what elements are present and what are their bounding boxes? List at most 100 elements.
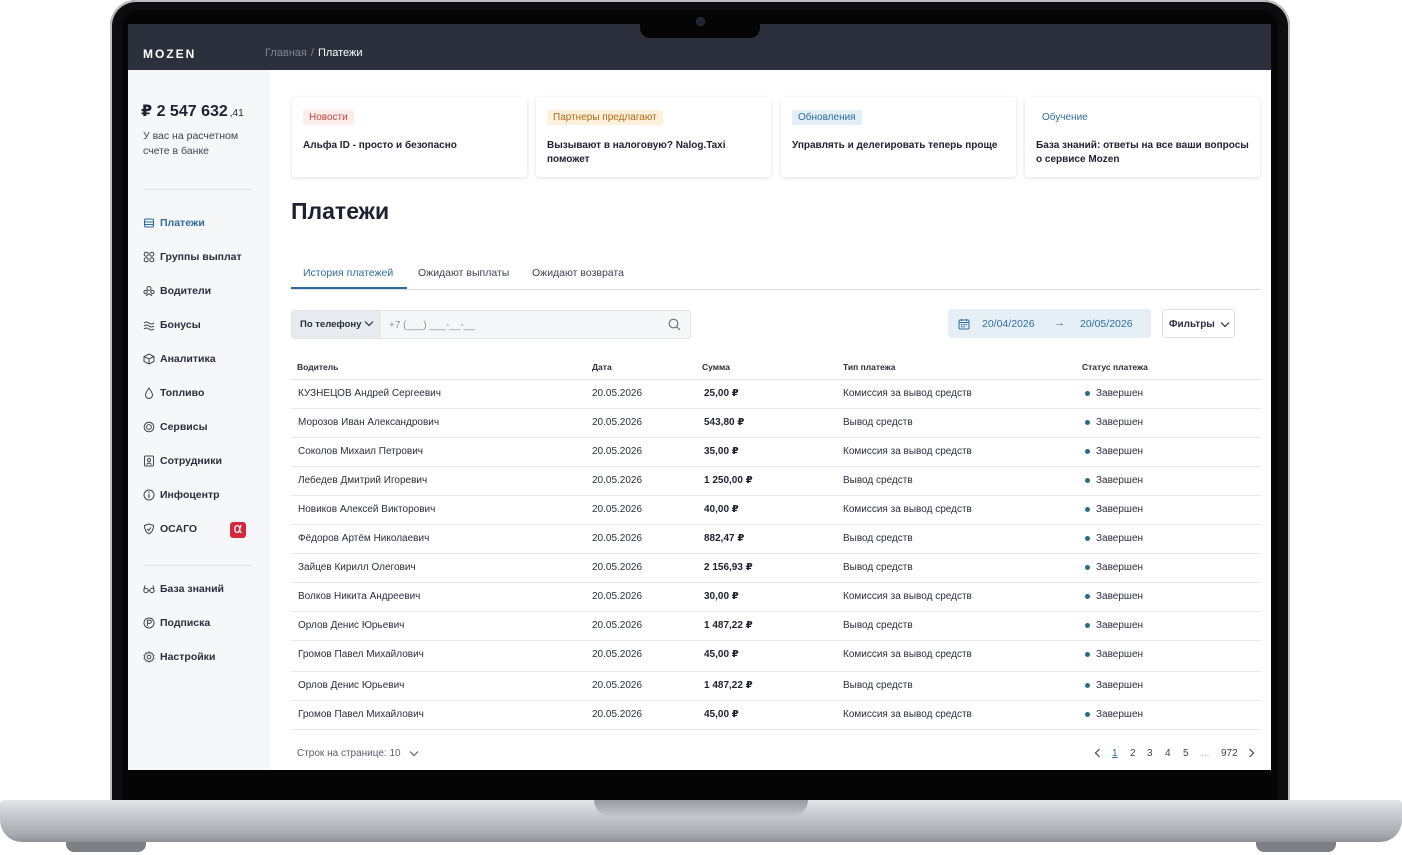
sidebar-item-infocenter[interactable]: Инфоцентр: [143, 487, 220, 503]
table-row[interactable]: КУЗНЕЦОВ Андрей Сергеевич 20.05.2026 25,00…: [291, 379, 1261, 409]
table-row[interactable]: Морозов Иван Александрович 20.05.2026 543,…: [291, 408, 1261, 438]
table-row[interactable]: Громов Павел Михайлович 20.05.2026 45,00 ₽…: [291, 700, 1261, 730]
cell-status: Завершен: [1085, 591, 1143, 602]
cell-amount: 30,00 ₽: [704, 591, 739, 602]
table-row[interactable]: Зайцев Кирилл Олегович 20.05.2026 2 156,93…: [291, 553, 1261, 583]
search-mode-select[interactable]: По телефону: [292, 311, 381, 338]
cell-date: 20.05.2026: [592, 649, 643, 660]
sidebar-item-settings[interactable]: Настройки: [143, 649, 215, 665]
sidebar-item-services[interactable]: Сервисы: [143, 419, 208, 435]
groups-icon: [143, 251, 155, 263]
sidebar-item-payout-groups[interactable]: Группы выплат: [143, 249, 242, 265]
info-icon: [143, 489, 155, 501]
date-from[interactable]: 20/04/2026: [982, 318, 1035, 330]
date-to[interactable]: 20/05/2026: [1080, 318, 1133, 330]
status-label: Завершен: [1096, 388, 1144, 399]
sidebar-divider: [144, 565, 252, 566]
column-header-amount[interactable]: Сумма: [702, 362, 730, 372]
news-card[interactable]: Обучение База знаний: ответы на все ваши…: [1025, 97, 1260, 177]
chevron-right-icon[interactable]: [1248, 748, 1255, 761]
status-dot-icon: [1085, 478, 1090, 483]
cell-date: 20.05.2026: [592, 475, 643, 486]
page-title: Платежи: [291, 198, 390, 224]
tab-payment-history[interactable]: История платежей: [303, 267, 393, 279]
page-link[interactable]: 4: [1165, 748, 1171, 759]
cell-date: 20.05.2026: [592, 417, 643, 428]
table-row[interactable]: Лебедев Дмитрий Игоревич 20.05.2026 1 250,…: [291, 466, 1261, 496]
table-row[interactable]: Волков Никита Андреевич 20.05.2026 30,00 ₽…: [291, 582, 1261, 612]
tab-awaiting-refund[interactable]: Ожидают возврата: [532, 267, 624, 279]
cell-driver: Зайцев Кирилл Олегович: [298, 562, 416, 573]
chevron-left-icon[interactable]: [1094, 748, 1101, 761]
page-link-last[interactable]: 972: [1221, 748, 1238, 759]
cell-date: 20.05.2026: [592, 680, 643, 691]
cell-amount: 1 487,22 ₽: [704, 680, 753, 691]
breadcrumb-home[interactable]: Главная: [265, 47, 307, 59]
table-row[interactable]: Новиков Алексей Викторович 20.05.2026 40,0…: [291, 495, 1261, 525]
column-header-payment-status[interactable]: Статус платежа: [1082, 362, 1148, 372]
rows-per-page-label: Строк на странице: 10: [297, 748, 401, 759]
status-dot-icon: [1085, 449, 1090, 454]
column-header-driver[interactable]: Водитель: [297, 362, 338, 372]
sidebar-item-subscription[interactable]: Подписка: [143, 615, 210, 631]
sidebar-item-label: Водители: [160, 285, 212, 297]
chevron-down-icon: [409, 750, 419, 757]
phone-search-input[interactable]: [387, 315, 651, 335]
employees-icon: [143, 455, 155, 467]
table-row[interactable]: Соколов Михаил Петрович 20.05.2026 35,00 ₽…: [291, 437, 1261, 467]
sidebar-item-label: База знаний: [160, 583, 225, 595]
news-card[interactable]: Новости Альфа ID - просто и безопасно: [292, 97, 527, 177]
page-link[interactable]: 2: [1130, 748, 1136, 759]
table-row[interactable]: Орлов Денис Юрьевич 20.05.2026 1 487,22 ₽ В…: [291, 671, 1261, 701]
sidebar-item-bonuses[interactable]: Бонусы: [143, 317, 201, 333]
table-header: Водитель Дата Сумма Тип платежа Статус п…: [291, 357, 1261, 380]
rows-per-page-select[interactable]: Строк на странице: 10: [297, 748, 419, 759]
cell-payment-type: Комиссия за вывод средств: [843, 649, 972, 660]
table-row[interactable]: Громов Павел Михайлович 20.05.2026 45,00 ₽…: [291, 640, 1261, 672]
sidebar-item-analytics[interactable]: Аналитика: [143, 351, 216, 367]
cell-status: Завершен: [1085, 504, 1143, 515]
status-label: Завершен: [1096, 562, 1144, 573]
status-dot-icon: [1085, 536, 1090, 541]
cell-date: 20.05.2026: [592, 562, 643, 573]
page-link[interactable]: 5: [1183, 748, 1189, 759]
news-card[interactable]: Обновления Управлять и делегировать тепе…: [781, 97, 1016, 177]
cell-date: 20.05.2026: [592, 388, 643, 399]
sidebar-item-employees[interactable]: Сотрудники: [143, 453, 222, 469]
shield-icon: [143, 523, 155, 535]
search-icon[interactable]: [668, 318, 681, 331]
news-tag: Партнеры предлагают: [547, 110, 663, 125]
camera-notch: [640, 24, 760, 38]
cell-driver: Новиков Алексей Викторович: [298, 504, 436, 515]
sidebar-item-payments[interactable]: Платежи: [143, 215, 205, 231]
page-link[interactable]: 1: [1112, 748, 1118, 759]
cell-date: 20.05.2026: [592, 620, 643, 631]
sidebar-item-drivers[interactable]: Водители: [143, 283, 211, 299]
cell-payment-type: Комиссия за вывод средств: [843, 446, 972, 457]
phone-search: По телефону: [291, 310, 691, 339]
app-logo[interactable]: MOZEN: [143, 47, 196, 61]
sidebar-item-fuel[interactable]: Топливо: [143, 385, 204, 401]
status-dot-icon: [1085, 420, 1090, 425]
filters-label: Фильтры: [1169, 319, 1215, 330]
sidebar-item-label: Топливо: [160, 387, 205, 399]
column-header-payment-type[interactable]: Тип платежа: [843, 362, 896, 372]
cell-driver: Орлов Денис Юрьевич: [298, 680, 405, 691]
date-range-picker[interactable]: 20/04/2026 → 20/05/2026: [948, 309, 1151, 338]
sidebar-item-osago[interactable]: ОСАГО: [143, 521, 197, 537]
alfa-badge: α: [230, 522, 246, 538]
news-card[interactable]: Партнеры предлагают Вызывают в налоговую…: [536, 97, 771, 177]
page-link[interactable]: 3: [1147, 748, 1153, 759]
status-label: Завершен: [1096, 533, 1144, 544]
column-header-date[interactable]: Дата: [592, 362, 612, 372]
status-dot-icon: [1085, 507, 1090, 512]
table-row[interactable]: Орлов Денис Юрьевич 20.05.2026 1 487,22 ₽ В…: [291, 611, 1261, 641]
sidebar-item-knowledge-base[interactable]: База знаний: [143, 581, 224, 597]
tab-awaiting-payout[interactable]: Ожидают выплаты: [418, 267, 509, 279]
cell-driver: Орлов Денис Юрьевич: [298, 620, 405, 631]
chevron-down-icon: [364, 321, 374, 327]
sidebar-item-label: Сервисы: [160, 421, 208, 433]
filters-button[interactable]: Фильтры: [1162, 309, 1235, 338]
breadcrumb-current: Платежи: [317, 47, 363, 59]
table-row[interactable]: Фёдоров Артём Николаевич 20.05.2026 882,47…: [291, 524, 1261, 554]
